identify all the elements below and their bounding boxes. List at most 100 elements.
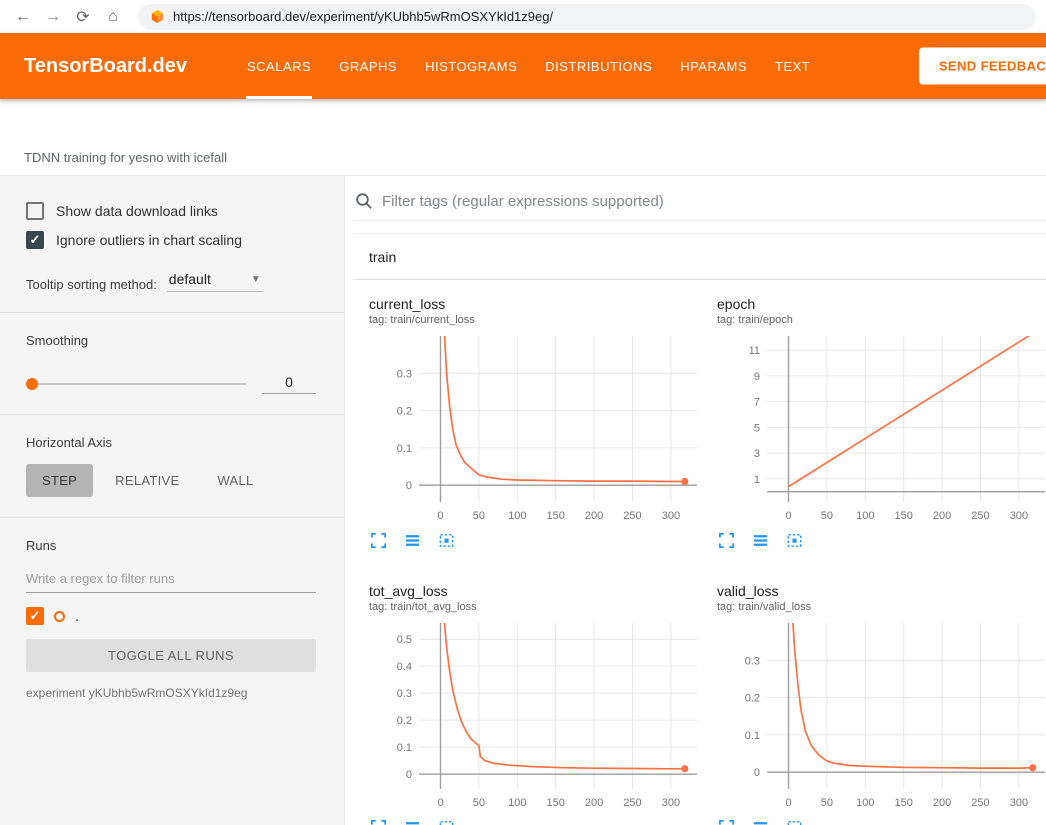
chart-tag: tag: train/epoch xyxy=(717,314,1046,326)
expand-icon[interactable] xyxy=(369,532,388,549)
toggle-all-runs-button[interactable]: TOGGLE ALL RUNS xyxy=(26,639,316,672)
svg-text:0: 0 xyxy=(754,767,760,779)
experiment-id-note: experiment yKUbhb5wRmOSXYkId1z9eg xyxy=(26,686,316,700)
tooltip-sorting-dropdown[interactable]: default ▼ xyxy=(167,271,263,292)
send-feedback-button[interactable]: SEND FEEDBACK xyxy=(919,48,1046,85)
svg-text:0: 0 xyxy=(785,797,791,809)
home-icon[interactable]: ⌂ xyxy=(100,8,126,26)
svg-text:150: 150 xyxy=(895,797,913,809)
svg-text:150: 150 xyxy=(547,797,565,809)
tag-filter-bar xyxy=(353,179,1046,221)
sidebar-divider xyxy=(0,414,344,415)
tag-group-header[interactable]: train xyxy=(353,234,1046,280)
svg-text:100: 100 xyxy=(856,797,874,809)
runs-label: Runs xyxy=(26,538,316,553)
back-icon[interactable]: ← xyxy=(10,8,36,26)
fit-domain-icon[interactable] xyxy=(437,532,456,549)
svg-text:5: 5 xyxy=(754,422,760,434)
expand-icon[interactable] xyxy=(717,819,736,825)
app-logo: TensorBoard.dev xyxy=(24,55,187,78)
svg-text:0.1: 0.1 xyxy=(745,730,760,742)
charts-grid: current_losstag: train/current_loss05010… xyxy=(353,280,1046,825)
svg-text:11: 11 xyxy=(749,345,760,357)
tab-histograms[interactable]: HISTOGRAMS xyxy=(411,33,531,99)
smoothing-slider[interactable] xyxy=(26,383,246,385)
data-table-icon[interactable] xyxy=(403,532,422,549)
svg-text:0.1: 0.1 xyxy=(397,742,412,754)
svg-text:50: 50 xyxy=(821,510,833,522)
smoothing-slider-thumb[interactable] xyxy=(26,378,38,390)
svg-text:50: 50 xyxy=(473,797,485,809)
last-point-marker xyxy=(681,478,688,485)
chart-tag: tag: train/current_loss xyxy=(369,314,705,326)
svg-text:250: 250 xyxy=(623,510,641,522)
chart-plot[interactable]: 05010015020025030000.10.20.30.40.5 xyxy=(369,617,705,815)
run-color-icon xyxy=(54,611,65,622)
chart-toolbar xyxy=(369,819,705,825)
expand-icon[interactable] xyxy=(369,819,388,825)
expand-icon[interactable] xyxy=(717,532,736,549)
scalar-chart-card: epochtag: train/epoch0501001502002503001… xyxy=(717,296,1046,549)
tab-distributions[interactable]: DISTRIBUTIONS xyxy=(531,33,666,99)
svg-text:300: 300 xyxy=(662,510,680,522)
tag-group-card: train current_loss tag: train/current_los… xyxy=(353,233,1046,825)
chart-tag: tag: train/tot_avg_loss xyxy=(369,601,705,613)
svg-text:7: 7 xyxy=(754,397,760,409)
forward-icon[interactable]: → xyxy=(40,8,66,26)
chart-plot[interactable]: 0501001502002503001357911 xyxy=(717,330,1046,528)
chart-toolbar xyxy=(369,532,705,549)
data-table-icon[interactable] xyxy=(751,819,770,825)
svg-text:100: 100 xyxy=(856,510,874,522)
chart-title: valid_loss xyxy=(717,583,1046,599)
scalar-chart-card: tot_avg_losstag: train/tot_avg_loss05010… xyxy=(369,583,705,825)
svg-text:0.3: 0.3 xyxy=(745,655,760,667)
runs-filter-input[interactable] xyxy=(26,563,316,593)
chart-plot[interactable]: 05010015020025030000.10.20.3 xyxy=(369,330,705,528)
chart-title: current_loss xyxy=(369,296,705,312)
ignore-outliers-checkbox[interactable] xyxy=(26,231,44,249)
tensorboard-favicon xyxy=(150,9,165,24)
experiment-title-bar: TDNN training for yesno with icefall xyxy=(0,99,1046,176)
svg-text:0.1: 0.1 xyxy=(397,443,412,455)
show-download-links-checkbox[interactable] xyxy=(26,202,44,220)
svg-text:200: 200 xyxy=(933,797,951,809)
fit-domain-icon[interactable] xyxy=(785,532,804,549)
svg-text:200: 200 xyxy=(585,510,603,522)
svg-text:250: 250 xyxy=(623,797,641,809)
scalar-chart-card: current_losstag: train/current_loss05010… xyxy=(369,296,705,549)
experiment-title: TDNN training for yesno with icefall xyxy=(24,150,227,165)
chart-toolbar xyxy=(717,819,1046,825)
svg-text:300: 300 xyxy=(1010,797,1028,809)
chart-plot[interactable]: 05010015020025030000.10.20.3 xyxy=(717,617,1046,815)
smoothing-value[interactable]: 0 xyxy=(262,374,316,394)
reload-icon[interactable]: ⟳ xyxy=(70,7,96,27)
chart-tag: tag: train/valid_loss xyxy=(717,601,1046,613)
svg-text:150: 150 xyxy=(547,510,565,522)
tag-filter-input[interactable] xyxy=(382,193,1046,210)
sidebar-divider xyxy=(0,312,344,313)
run-checkbox[interactable] xyxy=(26,607,44,625)
tab-scalars[interactable]: SCALARS xyxy=(233,33,325,99)
svg-text:0: 0 xyxy=(437,510,443,522)
svg-text:9: 9 xyxy=(754,371,760,383)
fit-domain-icon[interactable] xyxy=(437,819,456,825)
svg-text:100: 100 xyxy=(508,510,526,522)
tab-graphs[interactable]: GRAPHS xyxy=(325,33,411,99)
run-list-item[interactable]: . xyxy=(26,607,316,625)
axis-wall-button[interactable]: WALL xyxy=(201,464,269,497)
axis-relative-button[interactable]: RELATIVE xyxy=(99,464,195,497)
url-text: https://tensorboard.dev/experiment/yKUbh… xyxy=(173,9,553,24)
svg-text:100: 100 xyxy=(508,797,526,809)
tab-text[interactable]: TEXT xyxy=(761,33,824,99)
address-bar[interactable]: https://tensorboard.dev/experiment/yKUbh… xyxy=(138,4,1036,30)
data-table-icon[interactable] xyxy=(751,532,770,549)
svg-text:0.3: 0.3 xyxy=(397,688,412,700)
ignore-outliers-label: Ignore outliers in chart scaling xyxy=(56,232,242,248)
data-table-icon[interactable] xyxy=(403,819,422,825)
svg-text:300: 300 xyxy=(1010,510,1028,522)
axis-step-button[interactable]: STEP xyxy=(26,464,93,497)
app-header: TensorBoard.dev SCALARS GRAPHS HISTOGRAM… xyxy=(0,33,1046,99)
tab-hparams[interactable]: HPARAMS xyxy=(666,33,761,99)
fit-domain-icon[interactable] xyxy=(785,819,804,825)
chart-title: tot_avg_loss xyxy=(369,583,705,599)
